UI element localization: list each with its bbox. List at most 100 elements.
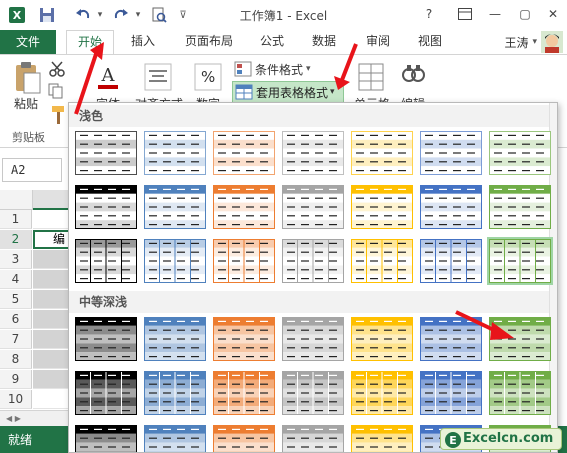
table-style-black-2[interactable] bbox=[75, 185, 137, 229]
table-style-gray-4[interactable] bbox=[282, 317, 344, 361]
tab-insert[interactable]: 插入 bbox=[122, 30, 164, 54]
cell[interactable] bbox=[33, 350, 70, 369]
table-style-preview bbox=[144, 185, 206, 229]
table-style-blue-6[interactable] bbox=[144, 425, 206, 452]
table-style-blue-2[interactable] bbox=[144, 185, 206, 229]
table-style-black-4[interactable] bbox=[75, 317, 137, 361]
table-style-black-6[interactable] bbox=[75, 425, 137, 452]
table-style-orange-1[interactable] bbox=[213, 131, 275, 175]
section-light-header: 浅色 bbox=[69, 105, 557, 127]
cell[interactable] bbox=[33, 310, 70, 329]
table-style-orange-5[interactable] bbox=[213, 371, 275, 415]
table-style-blue-3[interactable] bbox=[144, 239, 206, 283]
table-style-black-1[interactable] bbox=[75, 131, 137, 175]
table-style-navy-2[interactable] bbox=[420, 185, 482, 229]
table-style-preview bbox=[282, 185, 344, 229]
table-style-preview bbox=[489, 131, 551, 175]
conditional-formatting-label: 条件格式 bbox=[255, 62, 304, 77]
paste-button-label[interactable]: 粘贴 bbox=[10, 95, 42, 112]
user-account[interactable]: 王涛 ▾ bbox=[504, 30, 563, 54]
close-button[interactable]: ✕ bbox=[540, 4, 566, 24]
row-header[interactable]: 3 bbox=[0, 250, 32, 269]
table-style-blue-5[interactable] bbox=[144, 371, 206, 415]
table-style-navy-1[interactable] bbox=[420, 131, 482, 175]
table-style-gold-1[interactable] bbox=[351, 131, 413, 175]
table-style-gray-3[interactable] bbox=[282, 239, 344, 283]
table-style-navy-3[interactable] bbox=[420, 239, 482, 283]
table-style-green-5[interactable] bbox=[489, 371, 551, 415]
row-header[interactable]: 7 bbox=[0, 330, 32, 349]
minimize-button[interactable]: — bbox=[482, 4, 508, 24]
cell[interactable] bbox=[33, 250, 70, 269]
number-icon[interactable]: % bbox=[194, 63, 222, 94]
table-style-gray-5[interactable] bbox=[282, 371, 344, 415]
table-style-orange-2[interactable] bbox=[213, 185, 275, 229]
title-bar: X ▾ ▾ ⊽ 工作簿1 - Excel ? — ▢ ✕ bbox=[0, 0, 567, 30]
table-style-preview bbox=[282, 371, 344, 415]
ribbon-display-button[interactable] bbox=[452, 4, 478, 24]
table-style-blue-4[interactable] bbox=[144, 317, 206, 361]
table-style-preview bbox=[144, 131, 206, 175]
copy-icon[interactable] bbox=[48, 83, 64, 102]
table-style-gold-6[interactable] bbox=[351, 425, 413, 452]
table-style-green-2[interactable] bbox=[489, 185, 551, 229]
clipboard-group-label: 剪贴板 bbox=[12, 131, 45, 144]
row-header[interactable]: 8 bbox=[0, 350, 32, 369]
cut-icon[interactable] bbox=[48, 61, 66, 80]
horizontal-scrollbar[interactable]: ◀ ▶ bbox=[0, 410, 70, 426]
table-style-navy-5[interactable] bbox=[420, 371, 482, 415]
alignment-icon[interactable] bbox=[144, 63, 172, 94]
row-header[interactable]: 9 bbox=[0, 370, 32, 389]
row-header[interactable]: 2 bbox=[0, 230, 32, 249]
tab-page-layout[interactable]: 页面布局 bbox=[176, 30, 242, 54]
row-header[interactable]: 1 bbox=[0, 210, 32, 229]
table-style-orange-6[interactable] bbox=[213, 425, 275, 452]
table-style-gold-2[interactable] bbox=[351, 185, 413, 229]
restore-button[interactable]: ▢ bbox=[512, 4, 538, 24]
table-style-gold-3[interactable] bbox=[351, 239, 413, 283]
table-style-black-3[interactable] bbox=[75, 239, 137, 283]
conditional-formatting-button[interactable]: 条件格式 ▾ bbox=[234, 59, 311, 79]
table-style-green-3[interactable] bbox=[487, 237, 553, 285]
name-box[interactable]: A2 bbox=[2, 158, 62, 182]
row-header[interactable]: 5 bbox=[0, 290, 32, 309]
tab-review[interactable]: 审阅 bbox=[358, 30, 398, 54]
svg-text:E: E bbox=[449, 434, 457, 447]
help-button[interactable]: ? bbox=[416, 4, 442, 24]
table-style-green-1[interactable] bbox=[489, 131, 551, 175]
cell[interactable] bbox=[33, 330, 70, 349]
row-header[interactable]: 6 bbox=[0, 310, 32, 329]
table-style-gray-1[interactable] bbox=[282, 131, 344, 175]
table-style-preview bbox=[144, 239, 206, 283]
cell[interactable] bbox=[33, 390, 70, 409]
format-as-table-icon bbox=[235, 84, 253, 100]
table-style-black-5[interactable] bbox=[75, 371, 137, 415]
tab-formulas[interactable]: 公式 bbox=[252, 30, 292, 54]
table-style-preview bbox=[489, 239, 551, 283]
active-cell-a2[interactable]: 编 bbox=[33, 230, 70, 249]
table-style-gray-6[interactable] bbox=[282, 425, 344, 452]
format-as-table-button[interactable]: 套用表格格式 ▾ bbox=[232, 81, 344, 103]
format-painter-icon[interactable] bbox=[50, 105, 66, 128]
cell[interactable] bbox=[33, 210, 70, 229]
table-style-preview bbox=[282, 425, 344, 452]
table-style-gray-2[interactable] bbox=[282, 185, 344, 229]
cell[interactable] bbox=[33, 370, 70, 389]
column-header-a[interactable] bbox=[33, 190, 70, 210]
table-style-preview bbox=[213, 371, 275, 415]
row-header[interactable]: 10 bbox=[0, 390, 32, 409]
table-style-blue-1[interactable] bbox=[144, 131, 206, 175]
table-style-orange-4[interactable] bbox=[213, 317, 275, 361]
table-style-orange-3[interactable] bbox=[213, 239, 275, 283]
cell[interactable] bbox=[33, 270, 70, 289]
row-header[interactable]: 4 bbox=[0, 270, 32, 289]
paste-icon[interactable] bbox=[12, 61, 44, 98]
editing-icon[interactable] bbox=[400, 63, 426, 94]
table-style-gold-4[interactable] bbox=[351, 317, 413, 361]
table-style-gold-5[interactable] bbox=[351, 371, 413, 415]
select-all-corner[interactable] bbox=[0, 190, 33, 210]
table-style-preview bbox=[351, 425, 413, 452]
tab-view[interactable]: 视图 bbox=[410, 30, 450, 54]
cell[interactable] bbox=[33, 290, 70, 309]
tab-file[interactable]: 文件 bbox=[0, 30, 56, 54]
